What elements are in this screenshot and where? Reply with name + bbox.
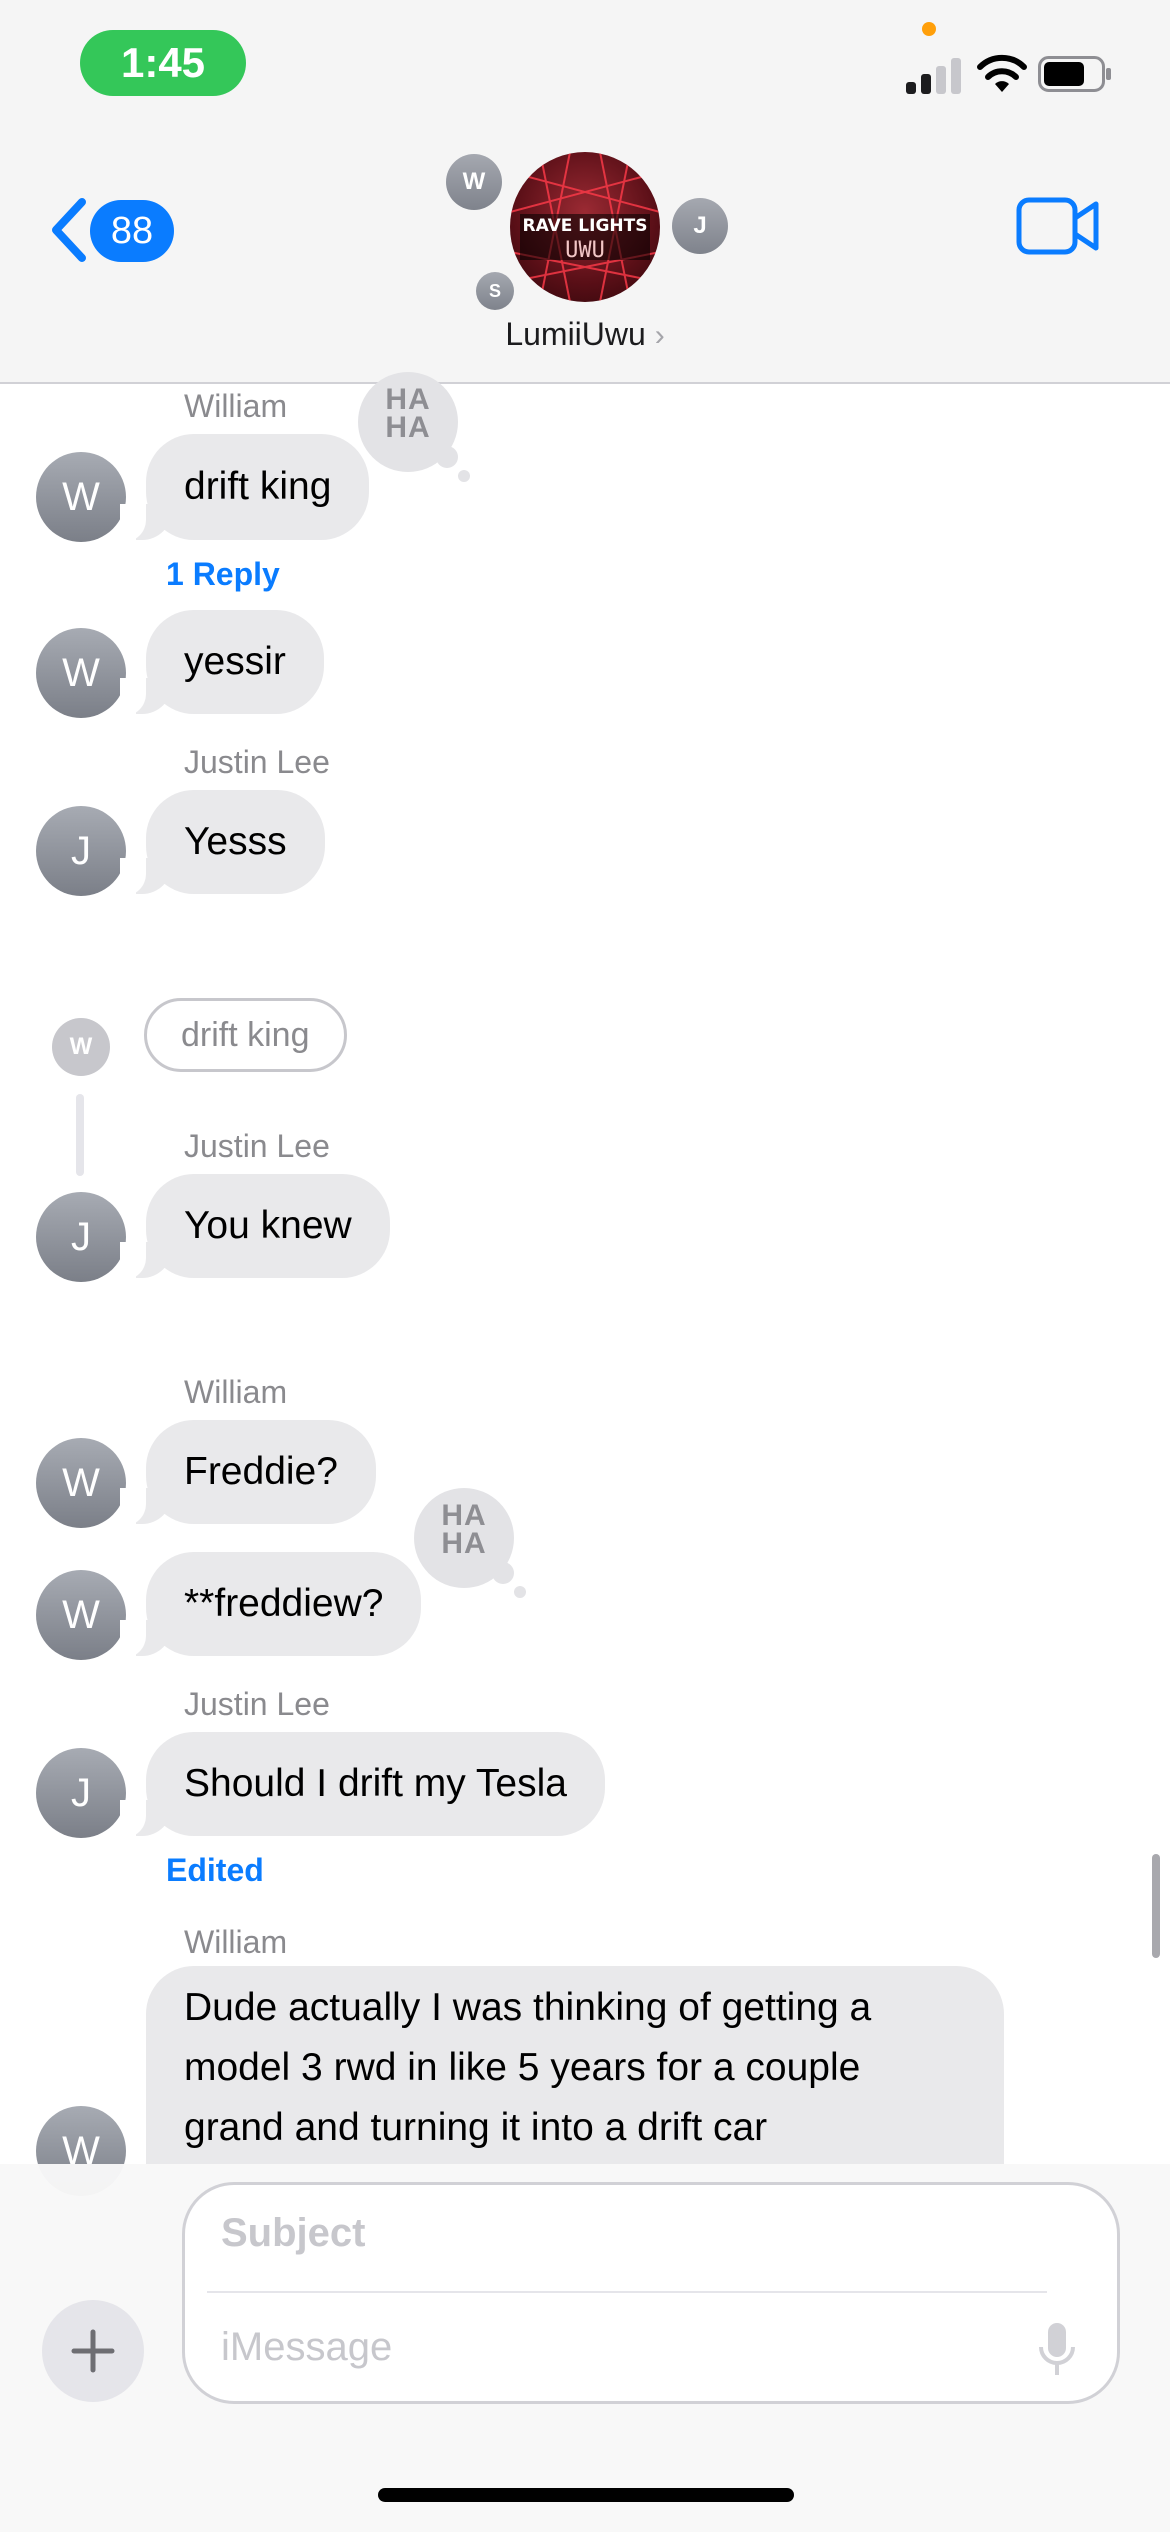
- thread-quote-avatar: W: [52, 1018, 110, 1076]
- group-avatar-title: RAVE LIGHTS: [522, 216, 648, 236]
- haha-tapback[interactable]: HA HA: [358, 372, 470, 482]
- group-avatar-subtitle: UWU: [565, 238, 605, 263]
- message-line: model 3 rwd in like 5 years for a couple: [184, 2046, 861, 2089]
- member-avatar-w: W: [446, 154, 502, 210]
- sender-name: William: [184, 388, 288, 424]
- compose-area: Subject iMessage: [0, 2164, 1170, 2532]
- thread-quoted-message[interactable]: drift king: [144, 998, 347, 1072]
- member-avatar-s: S: [476, 272, 514, 310]
- message-bubble[interactable]: You knew: [120, 1174, 390, 1280]
- avatar[interactable]: J: [36, 1748, 126, 1838]
- subject-input[interactable]: Subject: [221, 2211, 365, 2256]
- chevron-right-icon: ›: [654, 319, 665, 352]
- status-bar: 1:45: [0, 0, 1170, 130]
- microphone-icon[interactable]: [1037, 2321, 1077, 2377]
- avatar[interactable]: W: [36, 1570, 126, 1660]
- avatar[interactable]: W: [36, 628, 126, 718]
- member-avatar-j: J: [672, 198, 728, 254]
- haha-tapback-label: HA HA: [385, 383, 431, 444]
- compose-divider: [207, 2291, 1047, 2293]
- unread-count-badge: 88: [90, 200, 174, 262]
- apps-button[interactable]: [42, 2300, 144, 2402]
- message-bubble[interactable]: Should I drift my Tesla: [120, 1732, 605, 1838]
- message-bubble[interactable]: yessir: [120, 610, 324, 716]
- sender-name: Justin Lee: [184, 744, 330, 780]
- plus-icon: [71, 2329, 115, 2373]
- sender-name: Justin Lee: [184, 1686, 330, 1722]
- haha-tapback[interactable]: HA HA: [414, 1488, 526, 1598]
- message-bubble[interactable]: drift king: [119, 434, 370, 542]
- home-indicator[interactable]: [378, 2488, 794, 2502]
- thread-connector: [76, 1094, 84, 1176]
- avatar[interactable]: J: [36, 806, 126, 896]
- mic-in-use-indicator: [922, 22, 936, 36]
- group-name-button[interactable]: LumiiUwu ›: [460, 316, 710, 353]
- conversation-header: 88 W J S RAVE LIGHTS UWU LumiiUwu ›: [0, 130, 1170, 384]
- message-compose-field[interactable]: Subject iMessage: [182, 2182, 1120, 2404]
- chevron-left-icon: [52, 198, 86, 262]
- message-bubble[interactable]: Freddie?: [120, 1420, 376, 1526]
- wifi-icon: [977, 54, 1027, 92]
- facetime-video-icon[interactable]: [1016, 196, 1100, 256]
- message-input[interactable]: iMessage: [221, 2325, 392, 2370]
- thread-reply-link[interactable]: 1 Reply: [166, 556, 280, 593]
- back-button[interactable]: 88: [48, 190, 178, 270]
- group-avatar[interactable]: RAVE LIGHTS UWU: [510, 152, 660, 302]
- battery-icon: [1038, 56, 1111, 92]
- message-line: grand and turning it into a drift car: [184, 2106, 768, 2149]
- cellular-signal-icon: [906, 54, 962, 94]
- avatar[interactable]: W: [36, 452, 126, 542]
- edited-indicator[interactable]: Edited: [166, 1852, 264, 1889]
- message-line: Dude actually I was thinking of getting …: [184, 1986, 872, 2029]
- avatar[interactable]: J: [36, 1192, 126, 1282]
- sender-name: William: [184, 1374, 288, 1410]
- status-time[interactable]: 1:45: [80, 30, 246, 96]
- message-bubble[interactable]: Yesss: [120, 790, 325, 896]
- sender-name: Justin Lee: [184, 1128, 330, 1164]
- message-bubble[interactable]: **freddiew?: [119, 1552, 422, 1658]
- sender-name: William: [184, 1924, 288, 1960]
- avatar[interactable]: W: [36, 1438, 126, 1528]
- haha-tapback-label: HA HA: [441, 1499, 487, 1560]
- group-name: LumiiUwu: [505, 316, 646, 352]
- scroll-indicator[interactable]: [1152, 1854, 1160, 1958]
